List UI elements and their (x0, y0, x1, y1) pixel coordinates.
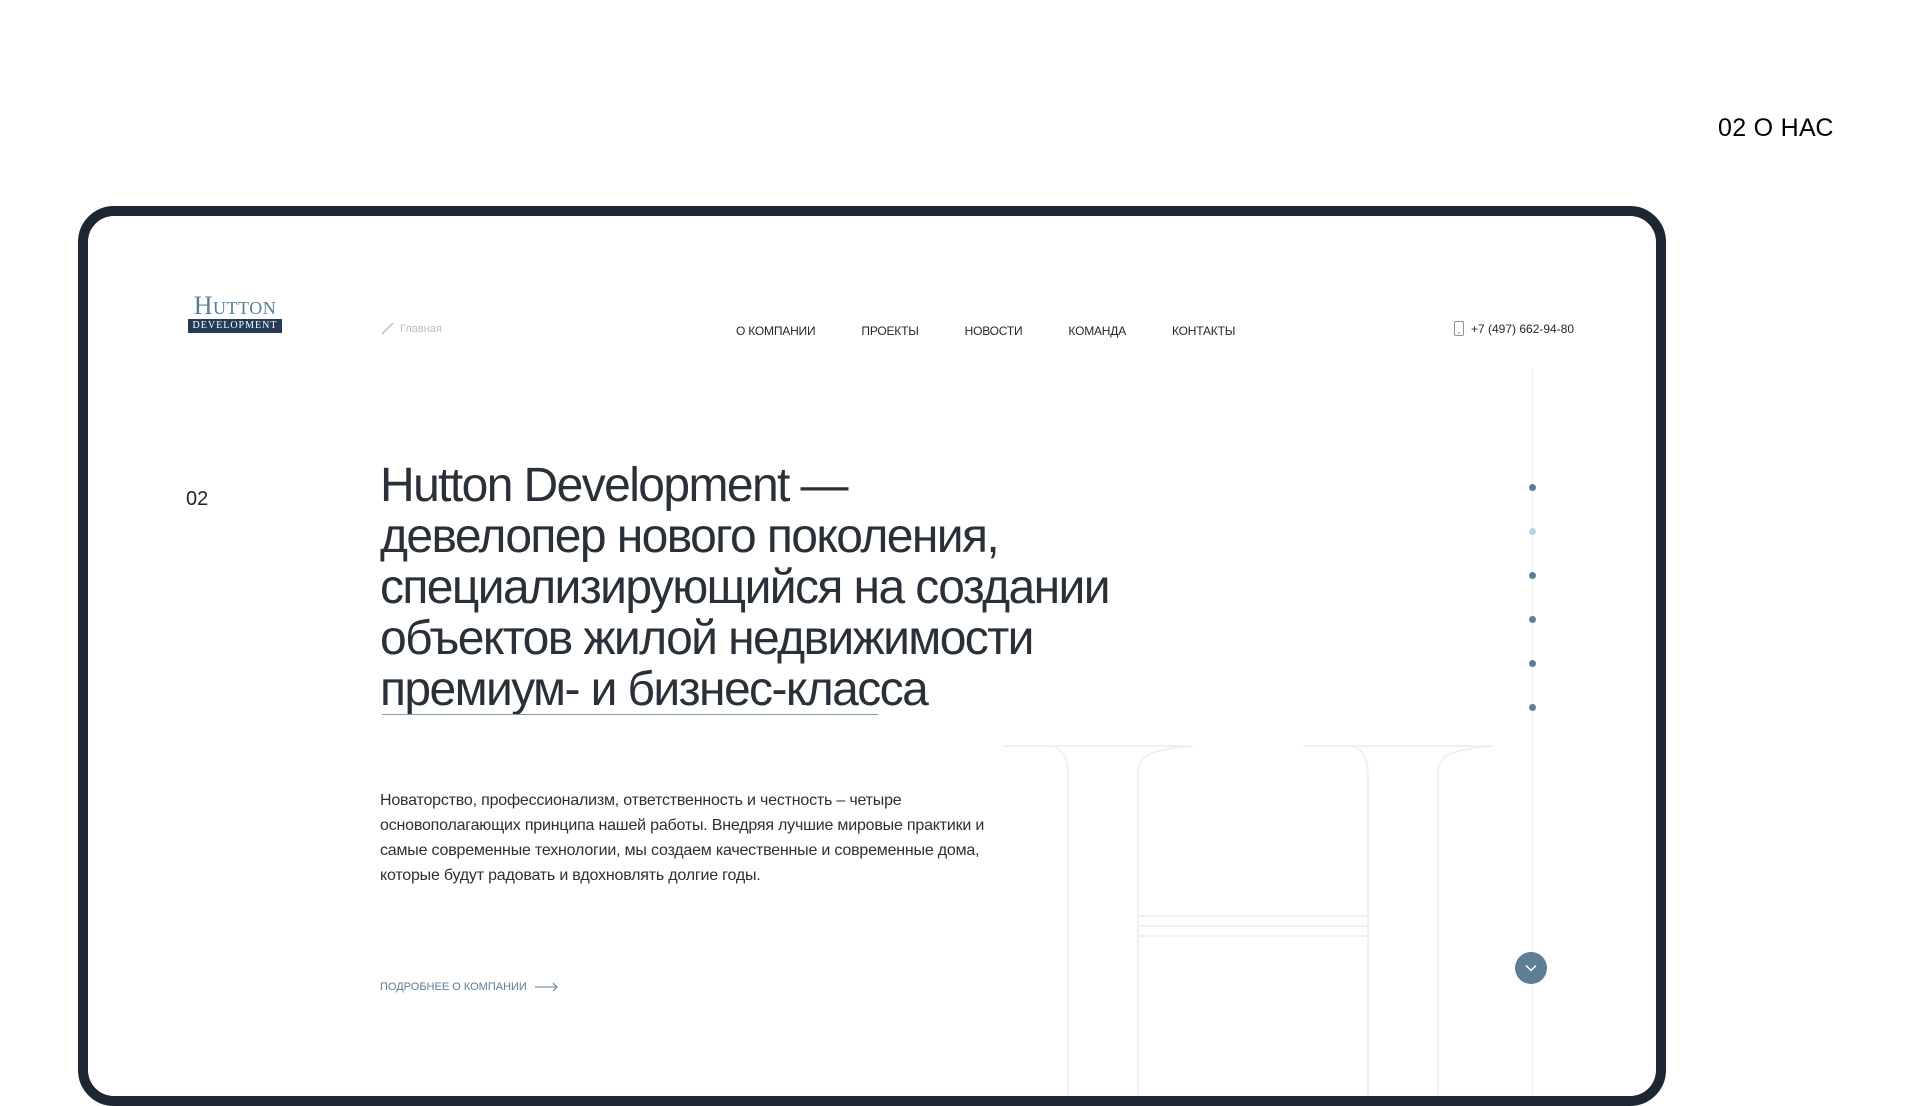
pager-dot[interactable] (1529, 572, 1536, 579)
slash-icon (381, 322, 394, 335)
phone-icon (1454, 321, 1464, 336)
headline: Hutton Development — девелопер нового по… (380, 460, 1180, 715)
pager-dot[interactable] (1529, 484, 1536, 491)
headline-line: девелопер нового поколения, (380, 510, 1000, 563)
pager-dot[interactable] (1529, 660, 1536, 667)
phone-link[interactable]: +7 (497) 662-94-80 (1453, 321, 1574, 336)
nav-item-team[interactable]: КОМАНДА (1068, 324, 1126, 338)
breadcrumb[interactable]: Главная (381, 322, 442, 335)
phone-number: +7 (497) 662-94-80 (1471, 321, 1575, 336)
site-page: Hutton DEVELOPMENT Главная О КОМПАНИИ ПР… (88, 216, 1656, 1096)
section-pager (1529, 484, 1536, 748)
nav-item-projects[interactable]: ПРОЕКТЫ (861, 324, 918, 338)
main-nav: О КОМПАНИИ ПРОЕКТЫ НОВОСТИ КОМАНДА КОНТА… (736, 324, 1281, 338)
headline-underline (382, 714, 878, 715)
breadcrumb-label: Главная (400, 322, 442, 335)
browser-frame: Hutton DEVELOPMENT Главная О КОМПАНИИ ПР… (78, 206, 1666, 1106)
intro-paragraph: Новаторство, профессионализм, ответствен… (380, 792, 985, 884)
background-h-letter (1003, 745, 1494, 1096)
arrow-right-icon (534, 982, 558, 992)
more-about-link[interactable]: ПОДРОБНЕЕ О КОМПАНИИ (380, 981, 559, 993)
more-about-label: ПОДРОБНЕЕ О КОМПАНИИ (380, 981, 527, 993)
nav-item-contacts[interactable]: КОНТАКТЫ (1172, 324, 1235, 338)
headline-line: объектов жилой недвижимости (380, 612, 1034, 665)
headline-line: Hutton Development — (380, 459, 849, 512)
pager-dot[interactable] (1529, 616, 1536, 623)
chevron-down-icon (1525, 964, 1537, 972)
headline-line: премиум- и бизнес-класса (380, 663, 929, 716)
pager-dot-active[interactable] (1529, 528, 1536, 535)
nav-item-news[interactable]: НОВОСТИ (965, 324, 1023, 338)
logo-wordmark: Hutton (193, 291, 277, 320)
nav-item-about[interactable]: О КОМПАНИИ (736, 324, 816, 338)
section-number: 02 (186, 488, 209, 510)
logo-subtitle: DEVELOPMENT (188, 319, 282, 333)
pager-dot[interactable] (1529, 704, 1536, 711)
scroll-down-button[interactable] (1515, 952, 1547, 984)
page-label: 02 О НАС (1718, 114, 1834, 142)
headline-line: специализирующийся на создании (380, 561, 1111, 614)
logo[interactable]: Hutton DEVELOPMENT (188, 291, 282, 333)
